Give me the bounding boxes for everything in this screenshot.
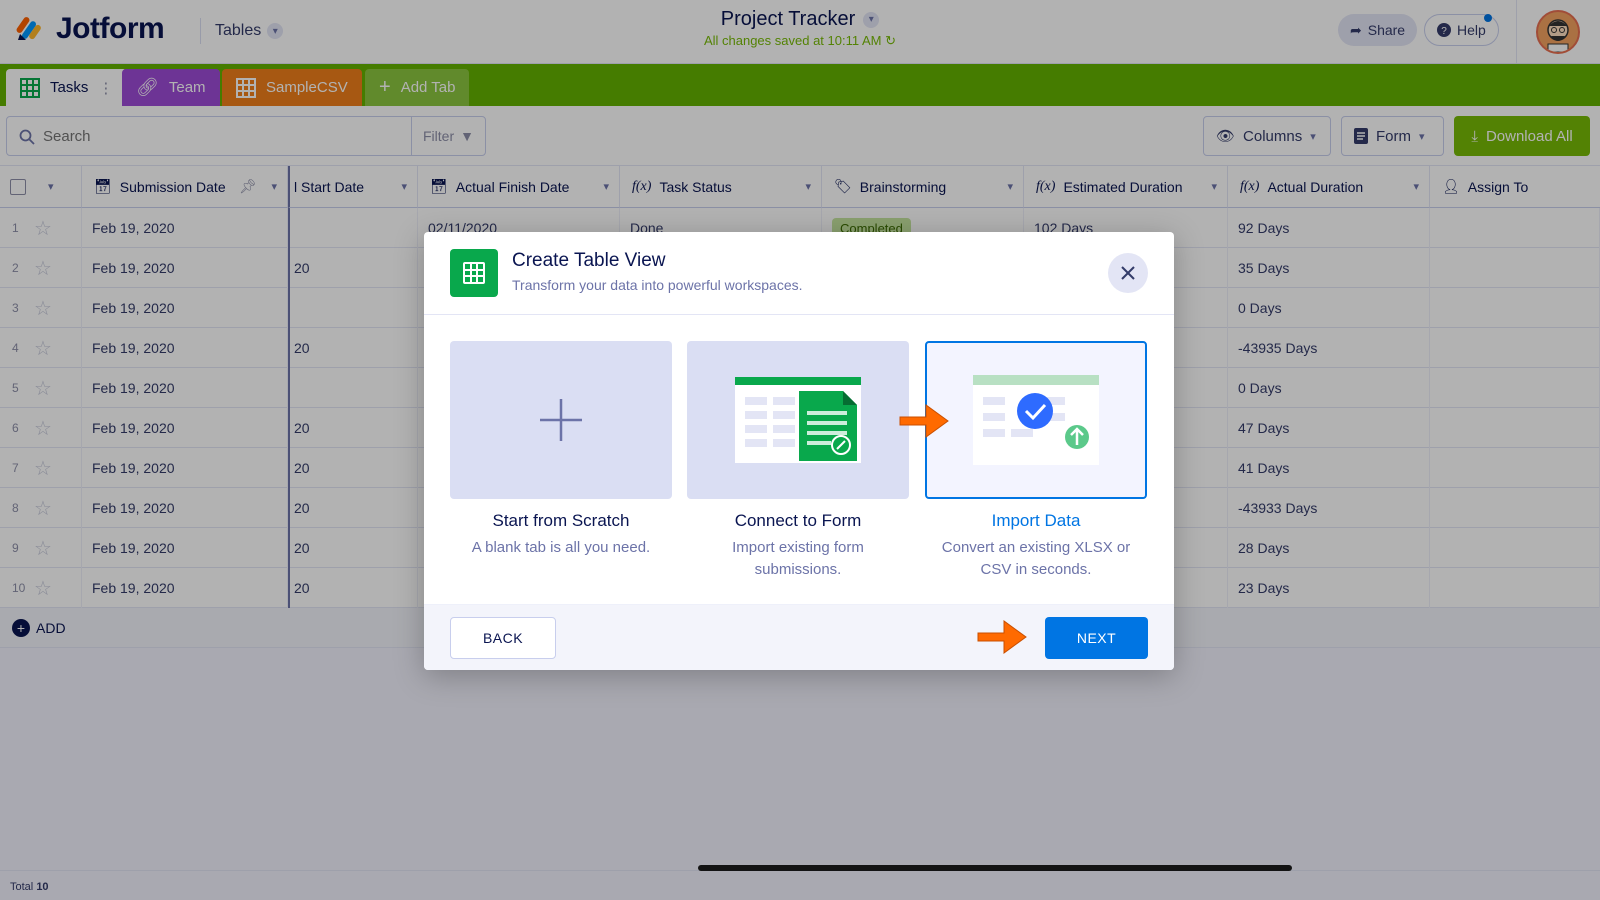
close-icon xyxy=(1121,266,1135,280)
modal-title: Create Table View xyxy=(512,250,666,271)
modal-header: Create Table View Transform your data in… xyxy=(424,232,1174,315)
option-title: Connect to Form xyxy=(734,511,862,530)
option-description: Import existing form submissions. xyxy=(732,539,864,578)
next-button[interactable]: NEXT xyxy=(1045,617,1148,659)
option-card-selected[interactable] xyxy=(925,341,1147,499)
option-title: Import Data xyxy=(991,511,1081,530)
option-import-data[interactable]: Import Data Convert an existing XLSX or … xyxy=(925,341,1147,581)
option-description: A blank tab is all you need. xyxy=(471,539,651,556)
option-card[interactable] xyxy=(450,341,672,499)
close-button[interactable] xyxy=(1108,253,1148,293)
modal-subtitle: Transform your data into powerful worksp… xyxy=(512,277,803,293)
back-button[interactable]: BACK xyxy=(450,617,556,659)
annotation-arrow-icon xyxy=(977,620,1027,654)
option-start-from-scratch[interactable]: Start from Scratch A blank tab is all yo… xyxy=(450,341,672,559)
option-title: Start from Scratch xyxy=(492,511,630,530)
annotation-arrow-icon xyxy=(899,404,949,438)
spreadsheet-link-icon xyxy=(735,377,861,463)
create-table-view-modal: Create Table View Transform your data in… xyxy=(424,232,1174,670)
option-card[interactable] xyxy=(687,341,909,499)
option-connect-to-form[interactable]: Connect to Form Import existing form sub… xyxy=(687,341,909,581)
table-icon xyxy=(450,249,498,297)
import-data-icon xyxy=(973,375,1099,465)
option-description: Convert an existing XLSX or CSV in secon… xyxy=(941,539,1131,578)
plus-icon xyxy=(540,399,582,441)
modal-footer: BACK NEXT xyxy=(424,604,1174,670)
